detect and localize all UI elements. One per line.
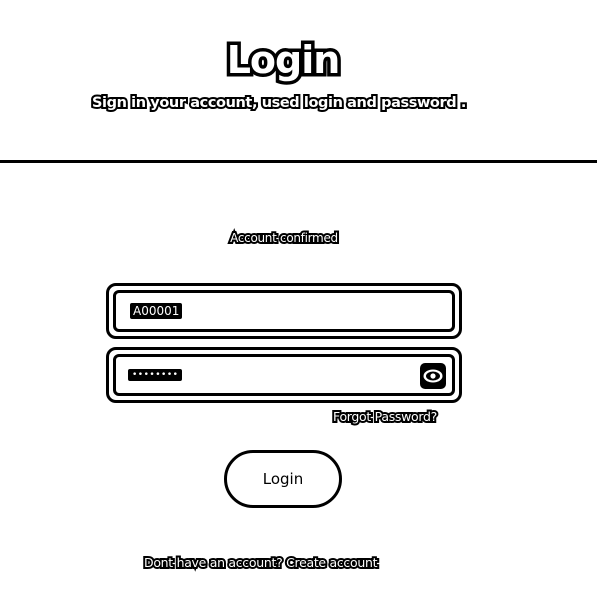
forgot-password-link[interactable]: Forgot Password? <box>331 407 439 426</box>
username-field-inner[interactable]: A00001 <box>113 290 455 332</box>
password-field[interactable]: •••••••• <box>106 347 462 403</box>
username-value: A00001 <box>130 303 183 319</box>
create-account-link[interactable]: Dont have an account? Create account <box>142 553 379 572</box>
password-value: •••••••• <box>128 369 183 381</box>
page-subtitle: Sign in your account, used login and pas… <box>90 93 468 113</box>
password-field-inner[interactable]: •••••••• <box>113 354 455 396</box>
login-button[interactable]: Login <box>224 450 342 508</box>
eye-icon-graphic <box>423 369 443 383</box>
status-message: Account confirmed <box>228 229 340 247</box>
header-divider <box>0 160 597 163</box>
page-title: Login <box>223 35 344 86</box>
eye-icon[interactable] <box>420 363 446 389</box>
username-field[interactable]: A00001 <box>106 283 462 339</box>
